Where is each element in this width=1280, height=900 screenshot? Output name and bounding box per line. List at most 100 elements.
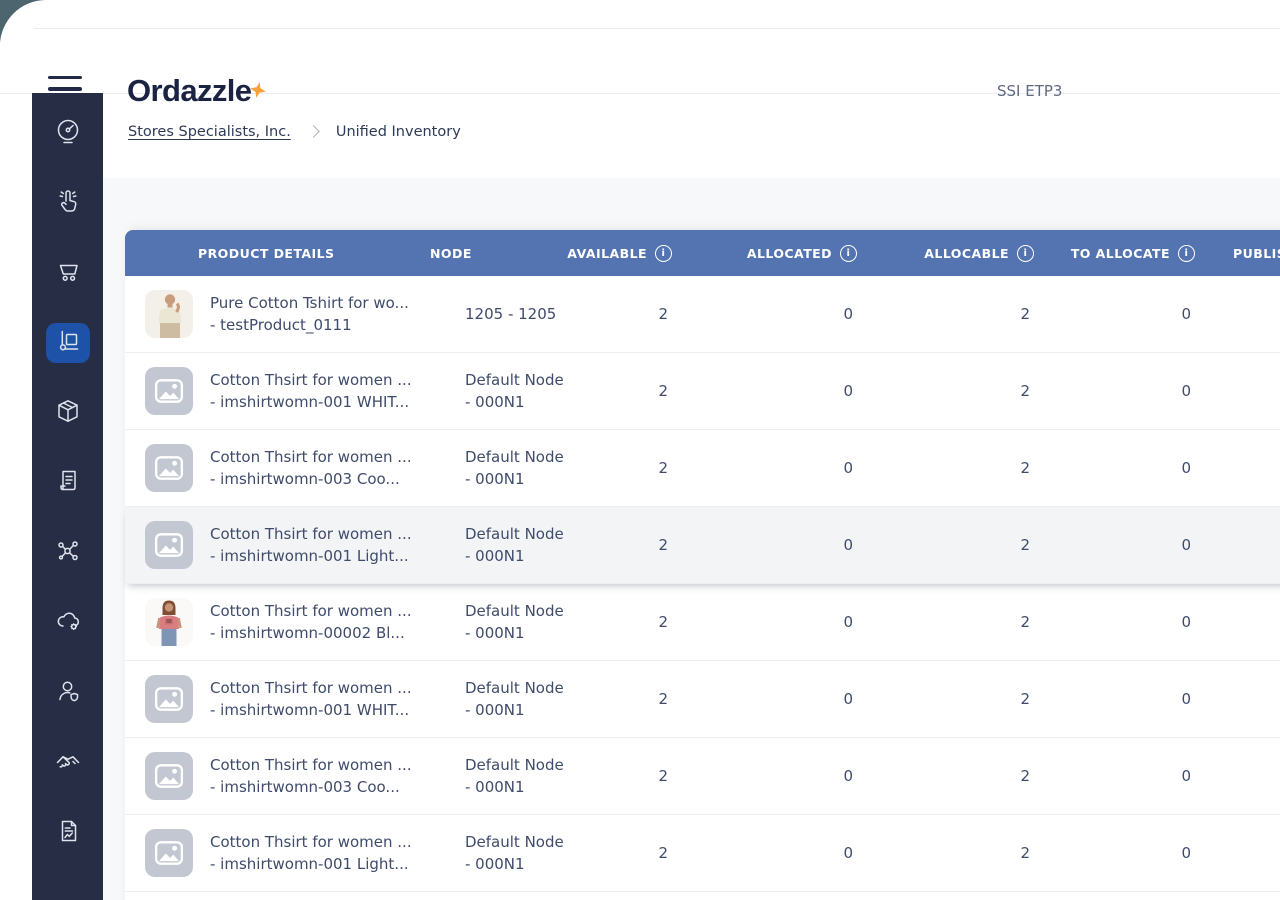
product-details-cell: Cotton Thsirt for women ... - imshirtwom… <box>210 677 455 721</box>
product-name: Cotton Thsirt for women ... <box>210 448 412 466</box>
product-thumbnail <box>145 598 193 646</box>
breadcrumb: Stores Specialists, Inc. Unified Invento… <box>128 124 461 140</box>
info-icon[interactable]: i <box>655 244 672 262</box>
node-name: 1205 - 1205 <box>465 305 557 323</box>
sidebar-item-invoice[interactable] <box>46 463 90 503</box>
sidebar-item-network[interactable] <box>46 533 90 573</box>
available-value: 2 <box>658 536 668 554</box>
available-value: 2 <box>658 690 668 708</box>
allocated-value: 0 <box>843 844 853 862</box>
sidebar-item-cloud-settings[interactable] <box>46 603 90 643</box>
product-details-cell: Cotton Thsirt for women ... - imshirtwom… <box>210 369 455 413</box>
allocated-value: 0 <box>843 459 853 477</box>
info-icon[interactable]: i <box>1017 244 1034 262</box>
tap-icon <box>54 187 82 219</box>
logo-text: Ordazzle <box>127 73 252 108</box>
table-row[interactable]: Cotton Thsirt for women ... - imshirtwom… <box>125 507 1280 584</box>
table-row[interactable] <box>125 892 1280 900</box>
app-window: Ordazzle SSI ETP3 Stores Specialists, In… <box>0 0 1280 900</box>
table-row[interactable]: Cotton Thsirt for women ... - imshirtwom… <box>125 815 1280 892</box>
table-row[interactable]: Cotton Thsirt for women ... - imshirtwom… <box>125 353 1280 430</box>
to-allocate-value: 0 <box>1181 844 1191 862</box>
breadcrumb-current: Unified Inventory <box>335 124 461 140</box>
sidebar-item-partners[interactable] <box>46 743 90 783</box>
node-name: Default Node <box>465 833 564 851</box>
to-allocate-value: 0 <box>1181 382 1191 400</box>
sidebar-item-package[interactable] <box>46 393 90 433</box>
node-code: - 000N1 <box>465 547 525 565</box>
cloud-gear-icon <box>54 607 82 639</box>
sidebar-item-user-security[interactable] <box>46 673 90 713</box>
allocated-value: 0 <box>843 767 853 785</box>
gauge-icon <box>54 117 82 149</box>
sidebar-item-cart[interactable] <box>46 253 90 293</box>
product-sku: - imshirtwomn-001 WHIT... <box>210 393 410 411</box>
sidebar-nav <box>32 93 103 900</box>
sidebar-item-tap[interactable] <box>46 183 90 223</box>
node-name: Default Node <box>465 448 564 466</box>
column-header-allocable: ALLOCABLE i <box>865 244 1042 262</box>
table-row[interactable]: Cotton Thsirt for women ... - imshirtwom… <box>125 584 1280 661</box>
cart-icon <box>54 257 82 289</box>
product-details-cell: Cotton Thsirt for women ... - imshirtwom… <box>210 831 455 875</box>
product-details-cell: Cotton Thsirt for women ... - imshirtwom… <box>210 600 455 644</box>
product-thumbnail <box>145 444 193 492</box>
app-header: Ordazzle SSI ETP3 <box>0 29 1280 108</box>
node-code: - 000N1 <box>465 624 525 642</box>
app-logo[interactable]: Ordazzle <box>127 73 267 109</box>
table-row[interactable]: Pure Cotton Tshirt for wo... - testProdu… <box>125 276 1280 353</box>
table-row[interactable]: Cotton Thsirt for women ... - imshirtwom… <box>125 430 1280 507</box>
product-sku: - testProduct_0111 <box>210 316 352 334</box>
sidebar-item-dashboard[interactable] <box>46 113 90 153</box>
to-allocate-value: 0 <box>1181 690 1191 708</box>
breadcrumb-chevron-icon <box>306 125 320 138</box>
node-name: Default Node <box>465 525 564 543</box>
to-allocate-value: 0 <box>1181 536 1191 554</box>
inventory-table: PRODUCT DETAILS NODE AVAILABLE i ALLOCATE… <box>125 230 1280 900</box>
node-cell: Default Node - 000N1 <box>455 831 585 875</box>
allocable-value: 2 <box>1020 844 1030 862</box>
breadcrumb-root-link[interactable]: Stores Specialists, Inc. <box>128 124 291 140</box>
available-value: 2 <box>658 305 668 323</box>
product-name: Pure Cotton Tshirt for wo... <box>210 294 409 312</box>
product-name: Cotton Thsirt for women ... <box>210 525 412 543</box>
node-cell: Default Node - 000N1 <box>455 600 585 644</box>
handtruck-icon <box>54 327 82 359</box>
environment-label: SSI ETP3 <box>997 82 1063 100</box>
product-sku: - imshirtwomn-00002 Bl... <box>210 624 405 642</box>
table-row[interactable]: Cotton Thsirt for women ... - imshirtwom… <box>125 738 1280 815</box>
node-name: Default Node <box>465 756 564 774</box>
product-details-cell: Pure Cotton Tshirt for wo... - testProdu… <box>210 292 455 336</box>
product-name: Cotton Thsirt for women ... <box>210 371 412 389</box>
product-name: Cotton Thsirt for women ... <box>210 756 412 774</box>
sidebar-item-inventory[interactable] <box>45 323 90 363</box>
allocable-value: 2 <box>1020 459 1030 477</box>
allocated-value: 0 <box>843 613 853 631</box>
product-name: Cotton Thsirt for women ... <box>210 679 412 697</box>
allocated-value: 0 <box>843 690 853 708</box>
table-row[interactable]: Cotton Thsirt for women ... - imshirtwom… <box>125 661 1280 738</box>
column-header-to-allocate: TO ALLOCATE i <box>1042 244 1203 262</box>
product-sku: - imshirtwomn-003 Coo... <box>210 778 400 796</box>
info-icon[interactable]: i <box>840 244 857 262</box>
product-name: Cotton Thsirt for women ... <box>210 833 412 851</box>
allocable-value: 2 <box>1020 613 1030 631</box>
product-thumbnail <box>145 367 193 415</box>
product-thumbnail <box>145 290 193 338</box>
product-thumbnail <box>145 675 193 723</box>
available-value: 2 <box>658 844 668 862</box>
column-header-available: AVAILABLE i <box>567 244 680 262</box>
to-allocate-value: 0 <box>1181 767 1191 785</box>
network-icon <box>54 537 82 569</box>
sidebar-item-reports[interactable] <box>46 813 90 853</box>
allocated-value: 0 <box>843 536 853 554</box>
node-code: - 000N1 <box>465 855 525 873</box>
info-icon[interactable]: i <box>1178 244 1195 262</box>
to-allocate-value: 0 <box>1181 613 1191 631</box>
table-body: Pure Cotton Tshirt for wo... - testProdu… <box>125 276 1280 900</box>
node-cell: Default Node - 000N1 <box>455 677 585 721</box>
allocated-value: 0 <box>843 305 853 323</box>
package-icon <box>54 397 82 429</box>
product-thumbnail <box>145 829 193 877</box>
node-cell: Default Node - 000N1 <box>455 754 585 798</box>
